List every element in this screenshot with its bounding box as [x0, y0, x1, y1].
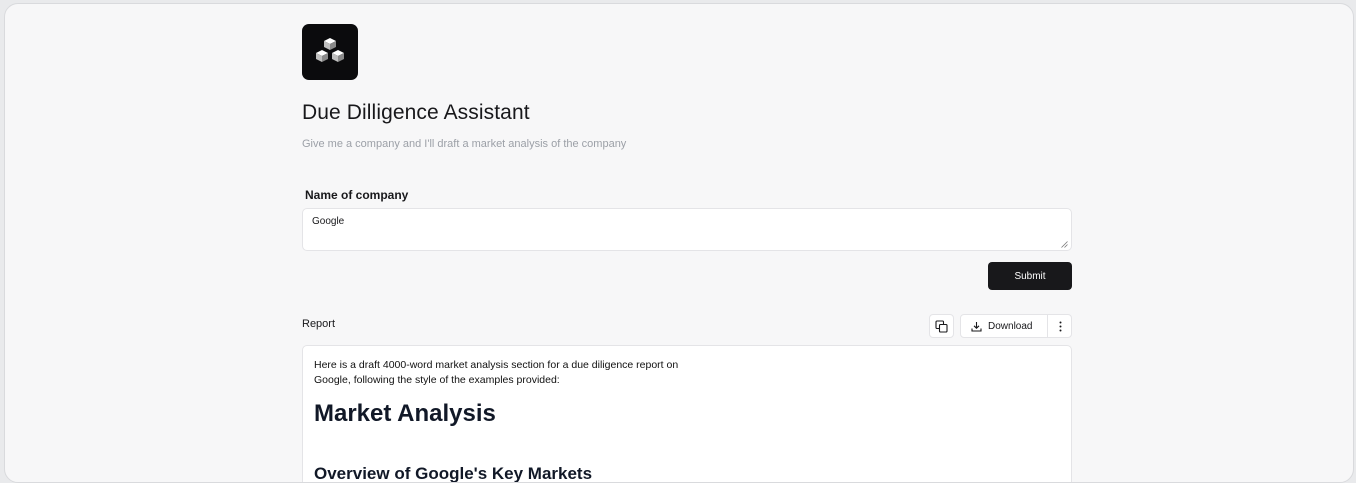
more-options-button[interactable]	[1048, 315, 1072, 337]
report-heading: Market Analysis	[314, 400, 496, 427]
report-intro-line: Here is a draft 4000-word market analysi…	[314, 359, 679, 371]
copy-icon	[935, 319, 948, 333]
report-intro-line: Google, following the style of the examp…	[314, 374, 560, 386]
company-field-label: Name of company	[305, 188, 409, 202]
app-logo	[302, 24, 358, 80]
copy-button[interactable]	[929, 314, 954, 338]
download-label: Download	[988, 320, 1033, 332]
resize-grip-icon[interactable]	[1061, 241, 1068, 248]
download-icon	[971, 321, 982, 332]
report-subheading: Overview of Google's Key Markets	[314, 464, 593, 483]
more-vertical-icon	[1059, 321, 1061, 331]
cube-logo-icon	[316, 38, 344, 62]
report-intro: Here is a draft 4000-word market analysi…	[314, 358, 754, 388]
download-button-group: Download	[960, 314, 1072, 338]
submit-button[interactable]: Submit	[988, 262, 1072, 290]
download-button[interactable]: Download	[971, 321, 1032, 332]
page-title: Due Dilligence Assistant	[302, 101, 530, 124]
page-subtitle: Give me a company and I'll draft a marke…	[302, 138, 627, 150]
report-output[interactable]: Here is a draft 4000-word market analysi…	[302, 345, 1072, 483]
report-label: Report	[302, 318, 336, 330]
app-window: Due Dilligence Assistant Give me a compa…	[4, 3, 1354, 483]
company-name-input[interactable]: Google	[302, 208, 1072, 251]
company-name-value: Google	[312, 216, 345, 227]
